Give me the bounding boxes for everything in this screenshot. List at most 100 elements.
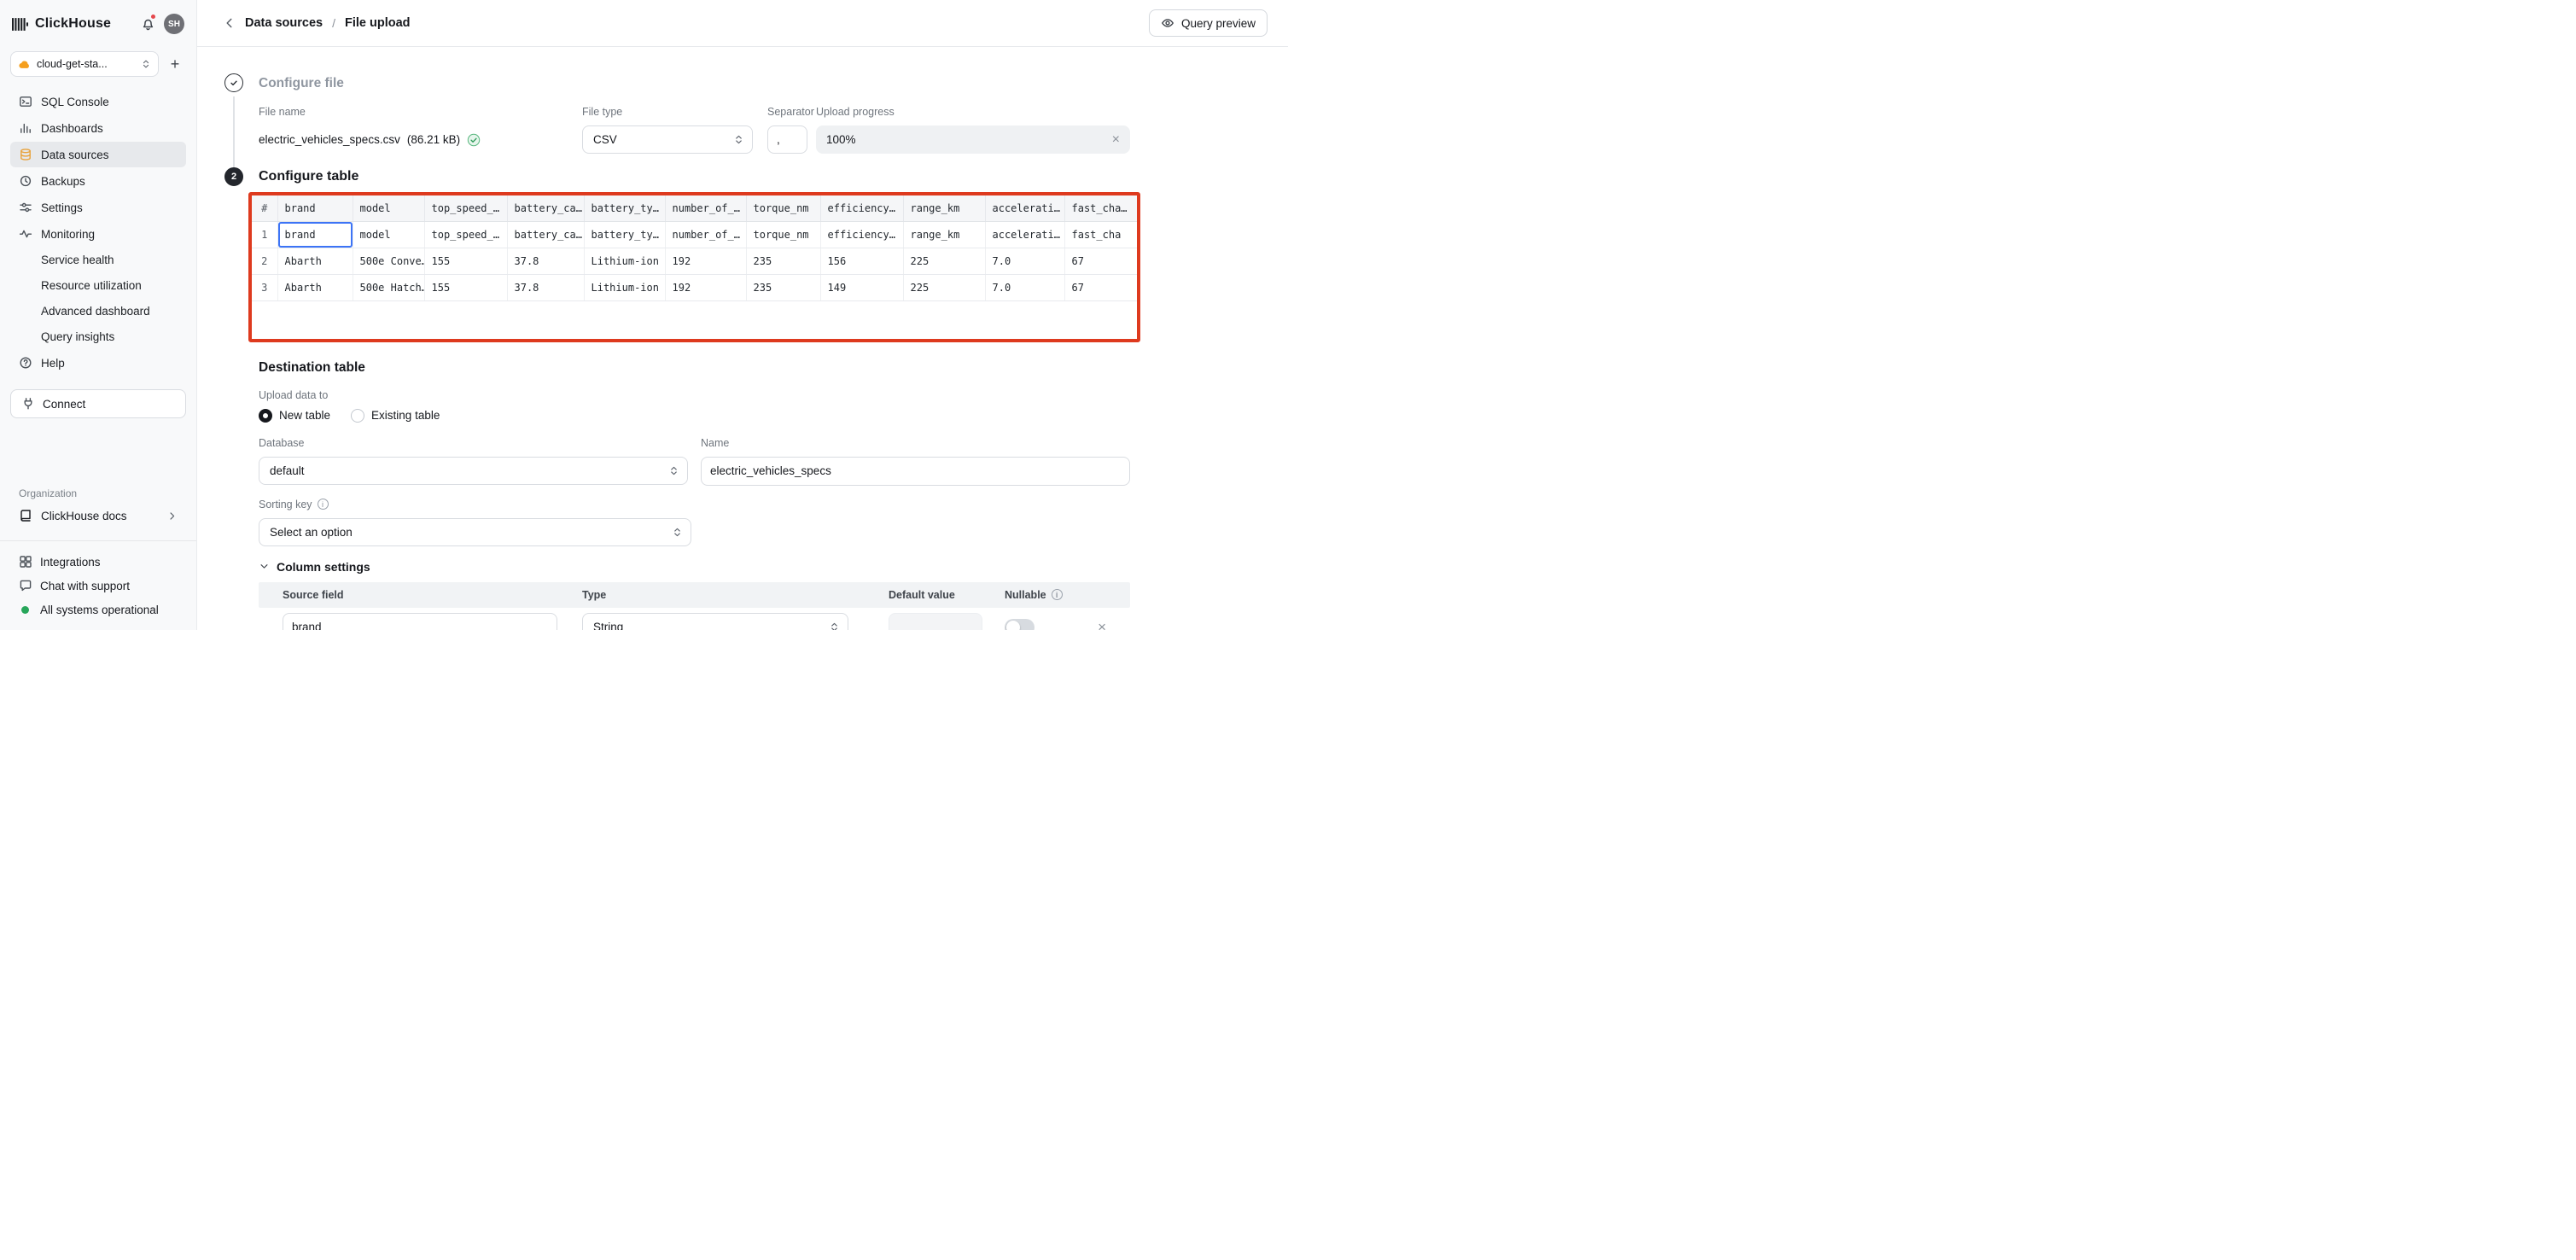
data-cell: 235 <box>746 274 820 300</box>
avatar[interactable]: SH <box>164 14 184 34</box>
preview-row-1: 1 brand model top_speed_… battery_ca… ba… <box>252 221 1137 248</box>
radio-new-table[interactable]: New table <box>259 409 330 423</box>
sidebar-divider <box>0 540 196 541</box>
database-value: default <box>270 464 305 477</box>
help-icon <box>19 356 32 370</box>
sidebar-item-sql-console[interactable]: SQL Console <box>10 89 186 114</box>
connect-button[interactable]: Connect <box>10 389 186 418</box>
column-name-cell[interactable]: brand <box>277 221 353 248</box>
notifications-bell-icon[interactable] <box>138 15 157 33</box>
nullable-header: Nullable <box>1005 589 1046 601</box>
sorting-key-select[interactable]: Select an option <box>259 518 691 546</box>
sidebar-item-monitoring[interactable]: Monitoring <box>10 221 186 247</box>
column-header: fast_cha… <box>1064 195 1137 221</box>
clock-icon <box>19 174 32 188</box>
sorting-key-block: Sorting key i Select an option <box>259 498 691 546</box>
type-value: String <box>593 621 623 630</box>
column-header: model <box>353 195 424 221</box>
column-name-cell[interactable]: model <box>353 221 424 248</box>
data-cell: 7.0 <box>985 248 1064 274</box>
nullable-toggle[interactable] <box>1005 619 1034 631</box>
sidebar-item-help[interactable]: Help <box>10 350 186 376</box>
radio-new-table-label: New table <box>279 409 330 422</box>
column-name-cell[interactable]: battery_ty… <box>584 221 665 248</box>
default-value-input <box>889 613 982 630</box>
default-value-header: Default value <box>889 589 1005 601</box>
source-field-input[interactable] <box>283 613 557 630</box>
step-configure-file: Configure file File name electric_vehicl… <box>224 67 1288 167</box>
sidebar-item-service-health[interactable]: Service health <box>10 248 186 272</box>
sidebar-item-resource-utilization[interactable]: Resource utilization <box>10 273 186 298</box>
sidebar-item-advanced-dashboard[interactable]: Advanced dashboard <box>10 299 186 324</box>
file-type-value: CSV <box>593 133 617 146</box>
data-cell: 192 <box>665 248 746 274</box>
type-select[interactable]: String <box>582 613 848 630</box>
connect-label: Connect <box>43 398 85 411</box>
data-cell: 225 <box>903 248 985 274</box>
sidebar: ClickHouse SH cloud-get-sta... + <box>0 0 197 630</box>
notification-dot <box>150 14 156 20</box>
column-settings-table: Source field Type Default value Nullable… <box>259 582 1130 631</box>
column-name-cell[interactable]: range_km <box>903 221 985 248</box>
sidebar-item-label: Monitoring <box>41 228 95 241</box>
sidebar-item-backups[interactable]: Backups <box>10 168 186 194</box>
service-selector[interactable]: cloud-get-sta... <box>10 51 159 77</box>
column-header: torque_nm <box>746 195 820 221</box>
upload-progress-field[interactable]: 100% × <box>816 125 1130 154</box>
step1-gutter <box>224 67 259 167</box>
sidebar-item-label: Backups <box>41 175 85 188</box>
sidebar-item-settings[interactable]: Settings <box>10 195 186 220</box>
service-name: cloud-get-sta... <box>37 58 108 70</box>
column-name-cell[interactable]: efficiency… <box>820 221 903 248</box>
select-chevrons-icon <box>829 621 840 630</box>
sidebar-item-chat-support[interactable]: Chat with support <box>10 574 186 598</box>
sidebar-item-dashboards[interactable]: Dashboards <box>10 115 186 141</box>
sidebar-item-data-sources[interactable]: Data sources <box>10 142 186 167</box>
add-service-button[interactable]: + <box>164 53 186 75</box>
table-name-input[interactable] <box>701 457 1130 486</box>
query-preview-button[interactable]: Query preview <box>1149 9 1268 37</box>
file-name-label: File name <box>259 105 582 119</box>
data-cell: 500e Conve… <box>353 248 424 274</box>
upload-data-to-label: Upload data to <box>259 389 1288 401</box>
separator-input[interactable] <box>767 125 807 154</box>
sidebar-item-docs[interactable]: ClickHouse docs <box>10 503 186 528</box>
sidebar-item-query-insights[interactable]: Query insights <box>10 324 186 349</box>
back-chevron-icon[interactable] <box>223 16 236 30</box>
file-success-check-icon <box>467 133 481 147</box>
database-select[interactable]: default <box>259 457 688 485</box>
preview-empty-area <box>252 301 1137 339</box>
data-cell: 149 <box>820 274 903 300</box>
sidebar-item-integrations[interactable]: Integrations <box>10 550 186 574</box>
column-header: range_km <box>903 195 985 221</box>
column-settings-toggle[interactable]: Column settings <box>259 560 1288 574</box>
info-icon: i <box>1052 589 1063 600</box>
column-name-cell[interactable]: top_speed_… <box>424 221 507 248</box>
breadcrumb-data-sources[interactable]: Data sources <box>245 16 323 30</box>
column-header: number_of_… <box>665 195 746 221</box>
column-settings-label: Column settings <box>277 560 370 574</box>
chat-label: Chat with support <box>40 580 130 592</box>
row-index: 3 <box>252 274 277 300</box>
sidebar-item-label: Settings <box>41 201 83 214</box>
data-preview-highlight-box: # brand model top_speed_… battery_ca… ba… <box>248 192 1140 342</box>
clear-upload-icon[interactable]: × <box>1112 133 1120 147</box>
data-cell: 7.0 <box>985 274 1064 300</box>
file-size-value: (86.21 kB) <box>407 133 460 146</box>
data-cell: 67 <box>1064 274 1137 300</box>
service-row: cloud-get-sta... + <box>10 51 186 77</box>
column-name-cell[interactable]: number_of_… <box>665 221 746 248</box>
topbar: Data sources / File upload Query preview <box>197 0 1288 47</box>
file-type-select[interactable]: CSV <box>582 125 753 154</box>
preview-row-2: 2 Abarth 500e Conve… 155 37.8 Lithium-io… <box>252 248 1137 274</box>
column-header: # <box>252 195 277 221</box>
remove-column-icon[interactable]: × <box>1098 620 1106 630</box>
column-name-cell[interactable]: accelerati… <box>985 221 1064 248</box>
column-name-cell[interactable]: torque_nm <box>746 221 820 248</box>
column-name-cell[interactable]: fast_cha <box>1064 221 1137 248</box>
column-name-cell[interactable]: battery_ca… <box>507 221 584 248</box>
column-header: brand <box>277 195 353 221</box>
sidebar-item-system-status[interactable]: All systems operational <box>10 598 186 621</box>
sidebar-item-label: Advanced dashboard <box>41 305 150 318</box>
radio-existing-table[interactable]: Existing table <box>351 409 440 423</box>
